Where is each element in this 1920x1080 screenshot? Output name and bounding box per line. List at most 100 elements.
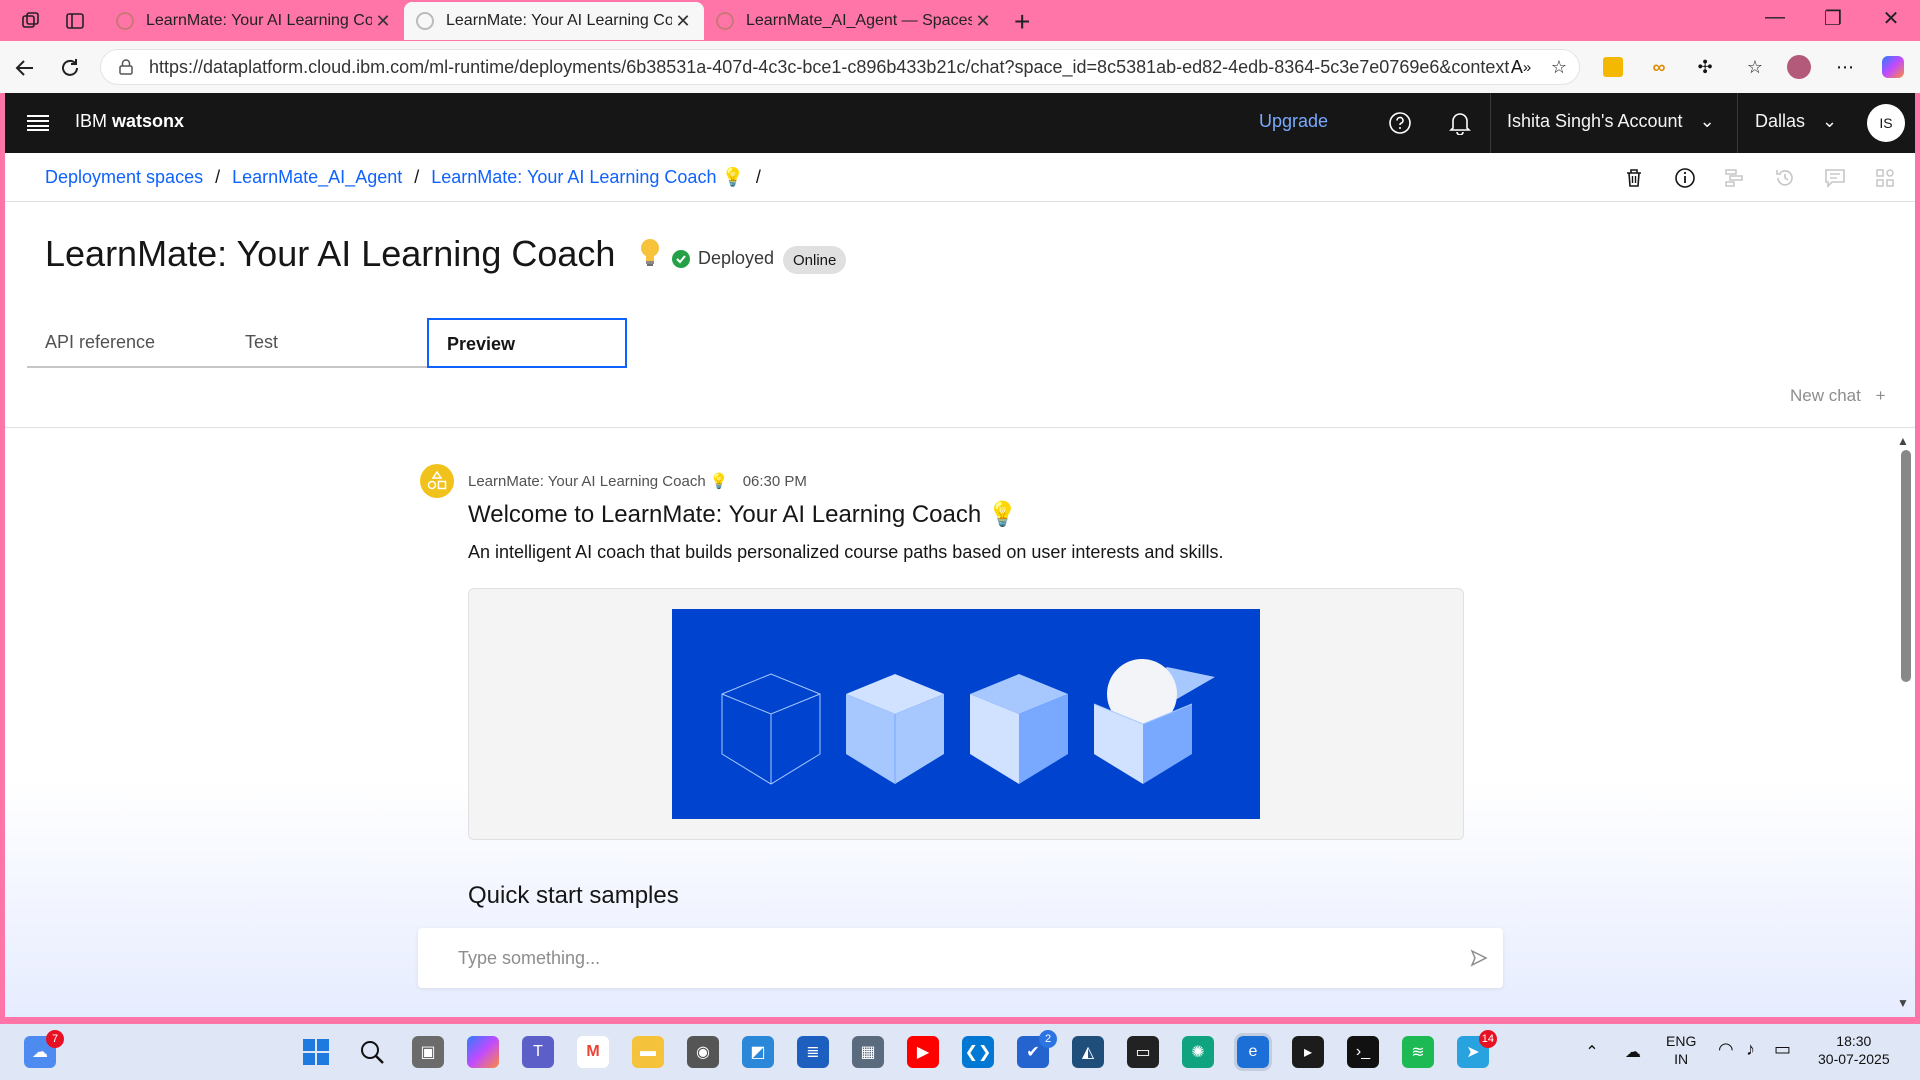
site-info-icon[interactable] — [117, 58, 135, 76]
breadcrumb-separator: / — [414, 167, 420, 187]
photos-icon[interactable]: ◩ — [742, 1036, 774, 1068]
scroll-up-arrow-icon[interactable]: ▲ — [1897, 434, 1909, 448]
window-close-icon[interactable]: ✕ — [1866, 6, 1916, 31]
checkmark-icon — [672, 249, 690, 268]
lightbulb-icon — [641, 239, 660, 266]
teams-icon[interactable]: T — [522, 1036, 554, 1068]
product-brand[interactable]: IBM watsonx — [75, 111, 184, 132]
user-avatar[interactable]: IS — [1867, 104, 1905, 142]
apps-icon[interactable] — [1870, 163, 1900, 193]
new-chat-button[interactable]: New chat + — [1790, 386, 1886, 406]
ms-dos-icon[interactable]: ▭ — [1127, 1036, 1159, 1068]
url-field[interactable]: https://dataplatform.cloud.ibm.com/ml-ru… — [100, 49, 1580, 85]
region-code: IN — [1674, 1051, 1689, 1067]
tray-overflow-chevron-icon[interactable]: ⌃ — [1576, 1036, 1608, 1068]
welcome-heading: Welcome to LearnMate: Your AI Learning C… — [468, 501, 1018, 528]
copilot-app-icon[interactable] — [467, 1036, 499, 1068]
todo-icon[interactable]: ✔ 2 — [1017, 1030, 1057, 1068]
todo-badge: 2 — [1039, 1030, 1057, 1048]
close-tab-icon[interactable]: ✕ — [672, 11, 694, 32]
agent-avatar — [420, 464, 454, 498]
hamburger-menu-icon[interactable] — [23, 108, 53, 138]
tab-preview[interactable]: Preview — [427, 318, 627, 368]
tab-title: LearnMate: Your AI Learning Coach — [146, 12, 372, 29]
vscode-icon[interactable]: ❮❯ — [962, 1036, 994, 1068]
file-explorer-icon[interactable]: ▬ — [632, 1036, 664, 1068]
favorites-icon[interactable]: ☆ — [1742, 54, 1768, 80]
mysql-workbench-icon[interactable]: ◭ — [1072, 1036, 1104, 1068]
search-icon[interactable] — [356, 1036, 388, 1068]
camera-icon[interactable]: ◉ — [687, 1036, 719, 1068]
profile-avatar-icon[interactable] — [1786, 54, 1812, 80]
calculator-icon[interactable]: ▦ — [852, 1036, 884, 1068]
start-windows-icon[interactable] — [300, 1036, 332, 1068]
info-icon[interactable] — [1670, 163, 1700, 193]
help-icon[interactable] — [1385, 108, 1415, 138]
history-icon[interactable] — [1770, 163, 1800, 193]
edge-browser-icon[interactable]: e — [1234, 1033, 1272, 1071]
top-navigation: IBM watsonx Upgrade Ishita Singh's Accou… — [5, 93, 1915, 153]
spotify-icon[interactable]: ≋ — [1402, 1036, 1434, 1068]
favorite-star-icon[interactable]: ☆ — [1546, 54, 1572, 80]
url-text: https://dataplatform.cloud.ibm.com/ml-ru… — [149, 56, 1509, 77]
restore-icon[interactable]: ❐ — [1808, 6, 1858, 31]
tab-api-reference[interactable]: API reference — [27, 318, 227, 368]
deployment-status: Deployed — [672, 248, 774, 269]
scroll-down-arrow-icon[interactable]: ▼ — [1897, 996, 1909, 1010]
upgrade-link[interactable]: Upgrade — [1259, 111, 1328, 132]
wifi-icon[interactable]: ◠ — [1718, 1040, 1734, 1058]
copilot-icon[interactable] — [1880, 54, 1906, 80]
volume-icon[interactable]: ♪ — [1746, 1040, 1755, 1058]
more-menu-icon[interactable]: ⋯ — [1832, 54, 1858, 80]
account-switcher[interactable]: Ishita Singh's Account ⌄ — [1507, 111, 1715, 132]
scrollbar-thumb[interactable] — [1901, 450, 1911, 682]
browser-tab-2[interactable]: LearnMate: Your AI Learning Coach ✕ — [404, 2, 704, 40]
page-title-text: LearnMate: Your AI Learning Coach — [45, 233, 616, 274]
plus-icon: + — [1875, 386, 1886, 405]
nav-divider — [1737, 93, 1738, 153]
delete-trash-icon[interactable] — [1619, 163, 1649, 193]
chat-input[interactable] — [458, 928, 1418, 988]
refresh-icon[interactable] — [55, 53, 85, 83]
sonyliv-icon[interactable]: ▸ — [1292, 1036, 1324, 1068]
youtube-icon[interactable]: ▶ — [907, 1036, 939, 1068]
send-icon[interactable] — [1466, 945, 1492, 971]
terminal-icon[interactable]: ›_ — [1347, 1036, 1379, 1068]
breadcrumb-space[interactable]: LearnMate_AI_Agent — [232, 167, 402, 188]
chatgpt-icon[interactable]: ✺ — [1182, 1036, 1214, 1068]
message-time: 06:30 PM — [742, 473, 807, 490]
tab-actions-icon[interactable] — [62, 8, 88, 34]
comments-icon[interactable] — [1820, 163, 1850, 193]
read-aloud-icon[interactable]: A» — [1508, 54, 1534, 80]
language-indicator[interactable]: ENG IN — [1666, 1032, 1696, 1068]
minimize-icon[interactable]: — — [1750, 6, 1800, 29]
weather-widget-icon[interactable]: ☁ 7 — [24, 1030, 64, 1068]
browser-tab-1[interactable]: LearnMate: Your AI Learning Coach ✕ — [104, 2, 404, 40]
notifications-bell-icon[interactable] — [1445, 108, 1475, 138]
extensions-icon[interactable]: ✣ — [1692, 54, 1718, 80]
region-switcher[interactable]: Dallas ⌄ — [1755, 111, 1837, 132]
notepad-icon[interactable]: ≣ — [797, 1036, 829, 1068]
watsonx-page: IBM watsonx Upgrade Ishita Singh's Accou… — [5, 93, 1915, 1017]
gmail-icon[interactable]: M — [577, 1036, 609, 1068]
battery-icon[interactable]: ▭ — [1774, 1040, 1791, 1058]
extension-1-icon[interactable] — [1600, 54, 1626, 80]
tab-test[interactable]: Test — [227, 318, 427, 368]
breadcrumb-deployment[interactable]: LearnMate: Your AI Learning Coach 💡 — [431, 167, 744, 188]
breadcrumb: Deployment spaces / LearnMate_AI_Agent /… — [45, 167, 761, 188]
extension-2-icon[interactable]: ∞ — [1646, 54, 1672, 80]
onedrive-icon[interactable]: ☁ — [1617, 1036, 1649, 1068]
tab-favicon-icon — [716, 12, 734, 30]
breadcrumb-deployment-spaces[interactable]: Deployment spaces — [45, 167, 203, 188]
browser-tab-3[interactable]: LearnMate_AI_Agent — Spaces | IBM ✕ — [704, 2, 1004, 40]
new-tab-icon[interactable]: + — [1014, 6, 1030, 38]
clock[interactable]: 18:30 30-07-2025 — [1818, 1032, 1890, 1068]
back-icon[interactable] — [10, 53, 40, 83]
lineage-icon[interactable] — [1720, 163, 1750, 193]
telegram-icon[interactable]: ➤ 14 — [1457, 1030, 1497, 1068]
close-tab-icon[interactable]: ✕ — [372, 11, 394, 32]
workspaces-icon[interactable] — [18, 8, 44, 34]
close-tab-icon[interactable]: ✕ — [972, 11, 994, 32]
nav-divider — [1490, 93, 1491, 153]
task-view-icon[interactable]: ▣ — [412, 1036, 444, 1068]
